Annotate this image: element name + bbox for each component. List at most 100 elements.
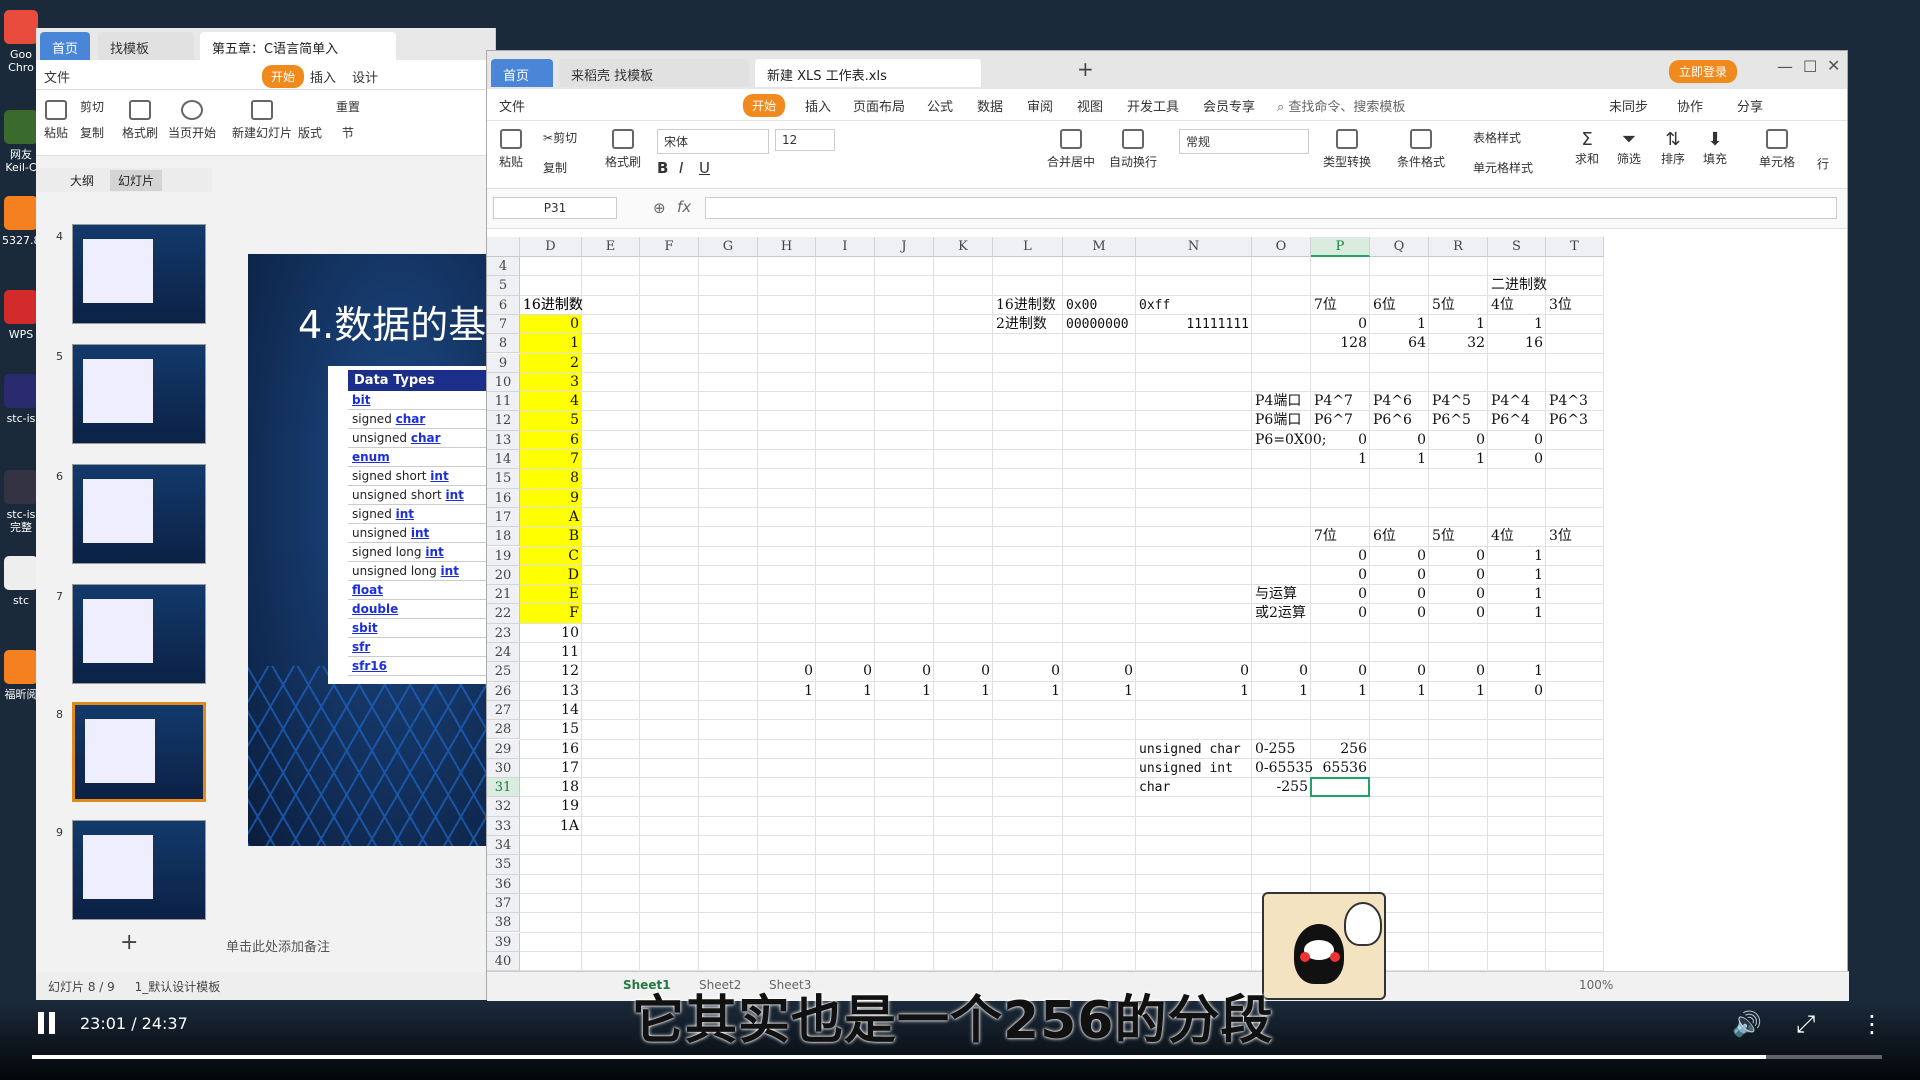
desktop-icon[interactable]: stc-is bbox=[2, 374, 40, 444]
cell[interactable]: 11 bbox=[520, 643, 582, 662]
cell[interactable]: 0 bbox=[993, 662, 1063, 681]
fx-icon[interactable]: fx bbox=[677, 198, 691, 216]
cell[interactable]: 1 bbox=[520, 334, 582, 353]
cell[interactable]: 1A bbox=[520, 817, 582, 836]
cell[interactable]: 1 bbox=[1429, 315, 1488, 334]
row-header[interactable]: 15 bbox=[487, 469, 520, 489]
column-header[interactable]: F bbox=[640, 237, 699, 257]
cell[interactable]: B bbox=[520, 527, 582, 546]
desktop-icon[interactable]: stc-is 完整 bbox=[2, 470, 40, 540]
cell[interactable]: 12 bbox=[520, 662, 582, 681]
row-header[interactable]: 13 bbox=[487, 430, 520, 450]
cell[interactable]: 1 bbox=[1370, 450, 1429, 469]
add-slide-button[interactable]: + bbox=[120, 930, 138, 955]
cell[interactable]: 6 bbox=[520, 431, 582, 450]
ppt-paste-button[interactable]: 粘贴 bbox=[44, 100, 68, 141]
row-header[interactable]: 31 bbox=[487, 778, 520, 798]
column-header[interactable]: M bbox=[1063, 237, 1136, 257]
cell[interactable]: 0 bbox=[1370, 547, 1429, 566]
cell[interactable]: 15 bbox=[520, 720, 582, 739]
cell[interactable]: F bbox=[520, 604, 582, 623]
bold-button[interactable]: B bbox=[657, 159, 668, 177]
xls-tab-workbook[interactable]: 新建 XLS 工作表.xls bbox=[755, 59, 981, 87]
cell[interactable]: P4^4 bbox=[1488, 392, 1546, 411]
xls-menu-insert[interactable]: 插入 bbox=[805, 96, 831, 115]
cell[interactable]: P6^5 bbox=[1429, 411, 1488, 430]
cell[interactable]: 3位 bbox=[1546, 296, 1604, 315]
ppt-section[interactable]: 节 bbox=[342, 124, 354, 141]
column-header[interactable]: G bbox=[699, 237, 758, 257]
ppt-layout[interactable]: 版式 bbox=[298, 124, 322, 141]
cell[interactable]: 0 bbox=[1136, 662, 1252, 681]
row-header[interactable]: 37 bbox=[487, 893, 520, 914]
new-tab-button[interactable]: + bbox=[1077, 57, 1094, 81]
conditional-format-button[interactable]: 条件格式 bbox=[1397, 129, 1445, 170]
slide-thumbnail[interactable] bbox=[72, 820, 206, 920]
sum-button[interactable]: Σ 求和 bbox=[1575, 129, 1599, 167]
cell[interactable]: 0 bbox=[1429, 662, 1488, 681]
cell[interactable]: 1 bbox=[1429, 682, 1488, 701]
column-header[interactable]: P bbox=[1311, 237, 1370, 257]
row-header[interactable]: 34 bbox=[487, 836, 520, 856]
cell[interactable]: 8 bbox=[520, 469, 582, 488]
sync-status[interactable]: 未同步 bbox=[1609, 96, 1648, 115]
cell[interactable]: 1 bbox=[934, 682, 993, 701]
desktop-icon[interactable]: 福昕阅 bbox=[2, 650, 40, 720]
cell[interactable]: 1 bbox=[1488, 547, 1546, 566]
cell[interactable]: 0 bbox=[1370, 566, 1429, 585]
row-header[interactable]: 24 bbox=[487, 643, 520, 663]
name-box[interactable]: P31 bbox=[493, 197, 617, 219]
cell[interactable]: 0 bbox=[1311, 662, 1370, 681]
tab-outline[interactable]: 大纲 bbox=[70, 172, 94, 189]
column-header[interactable]: J bbox=[875, 237, 934, 257]
cell-button[interactable]: 单元格 bbox=[1759, 129, 1795, 170]
slide-thumbnail[interactable] bbox=[72, 224, 206, 324]
xls-menu-view[interactable]: 视图 bbox=[1077, 96, 1103, 115]
minimize-button[interactable]: — bbox=[1777, 57, 1793, 76]
xls-tab-home[interactable]: 首页 bbox=[491, 59, 553, 87]
cell[interactable]: 0 bbox=[1488, 431, 1546, 450]
cell[interactable]: 16 bbox=[1488, 334, 1546, 353]
cell[interactable]: 0 bbox=[1429, 604, 1488, 623]
row-button[interactable]: 行 bbox=[1817, 155, 1829, 172]
xls-format-painter[interactable]: 格式刷 bbox=[605, 129, 641, 170]
cell[interactable]: 0 bbox=[1429, 566, 1488, 585]
cell[interactable]: E bbox=[520, 585, 582, 604]
row-header[interactable]: 16 bbox=[487, 488, 520, 508]
more-options-icon[interactable]: ⋮ bbox=[1860, 1010, 1884, 1038]
xls-paste-button[interactable]: 粘贴 bbox=[499, 129, 523, 170]
close-button[interactable]: ✕ bbox=[1827, 56, 1840, 75]
cell[interactable]: 0 bbox=[1311, 604, 1370, 623]
column-header[interactable]: I bbox=[816, 237, 875, 257]
filter-button[interactable]: ⏷ 筛选 bbox=[1617, 129, 1641, 167]
cell[interactable]: 11111111 bbox=[1136, 315, 1252, 334]
cell[interactable]: 256 bbox=[1311, 740, 1370, 759]
cell[interactable]: 0 bbox=[1429, 547, 1488, 566]
cell[interactable]: 0 bbox=[1063, 662, 1136, 681]
ppt-new-slide[interactable]: 新建幻灯片 bbox=[232, 100, 292, 141]
column-header[interactable]: O bbox=[1252, 237, 1311, 257]
zoom-level[interactable]: 100% bbox=[1579, 978, 1613, 992]
maximize-button[interactable]: ☐ bbox=[1803, 57, 1817, 76]
cell[interactable]: 10 bbox=[520, 624, 582, 643]
cell[interactable]: P6^6 bbox=[1370, 411, 1429, 430]
ppt-menu-home[interactable]: 开始 bbox=[262, 65, 305, 88]
cell[interactable]: 0 bbox=[1311, 315, 1370, 334]
row-header[interactable]: 33 bbox=[487, 816, 520, 836]
cell[interactable]: 0 bbox=[1429, 585, 1488, 604]
ppt-menu-design[interactable]: 设计 bbox=[352, 67, 378, 86]
worksheet-grid[interactable]: D E F G H I J K L M N O P Q R S T 4 5 6 7 8 9 10 11 12 13 14 15 16 17 1… bbox=[487, 237, 1837, 971]
row-header[interactable]: 35 bbox=[487, 855, 520, 875]
xls-menu-formula[interactable]: 公式 bbox=[927, 96, 953, 115]
fill-button[interactable]: ⬇ 填充 bbox=[1703, 129, 1727, 167]
cell[interactable]: 19 bbox=[520, 797, 582, 816]
cell[interactable]: 16 bbox=[520, 740, 582, 759]
column-header[interactable]: N bbox=[1136, 237, 1252, 257]
cell[interactable]: P6^3 bbox=[1546, 411, 1604, 430]
cell[interactable]: 5位 bbox=[1429, 296, 1488, 315]
cell[interactable]: 0 bbox=[758, 662, 816, 681]
formula-input[interactable] bbox=[705, 197, 1837, 219]
row-header[interactable]: 8 bbox=[487, 334, 520, 354]
cell[interactable]: 0 bbox=[520, 315, 582, 334]
row-header[interactable]: 20 bbox=[487, 565, 520, 586]
